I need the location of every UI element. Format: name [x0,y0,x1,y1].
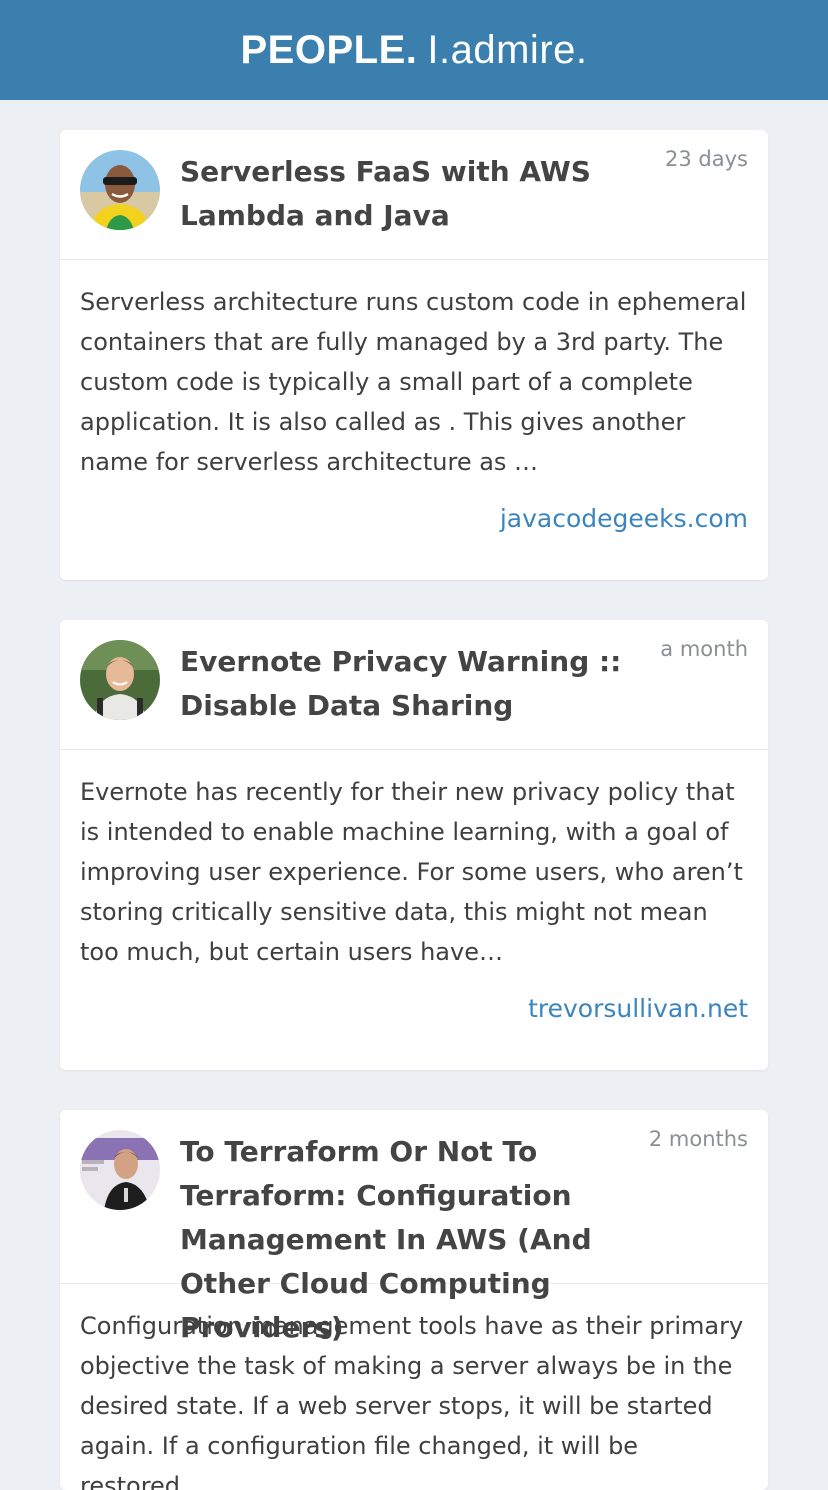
card-header: Evernote Privacy Warning :: Disable Data… [60,620,768,750]
card-body: Configuration management tools have as t… [60,1284,768,1490]
author-avatar[interactable] [80,150,160,230]
author-avatar[interactable] [80,1130,160,1210]
avatar-image [80,1130,160,1210]
article-card[interactable]: Serverless FaaS with AWS Lambda and Java… [60,130,768,580]
author-avatar[interactable] [80,640,160,720]
article-time: 23 days [665,147,748,171]
card-header: To Terraform Or Not To Terraform: Config… [60,1110,768,1344]
card-body: Serverless architecture runs custom code… [60,260,768,580]
avatar-image [80,150,160,230]
article-excerpt: Serverless architecture runs custom code… [80,288,747,476]
article-card[interactable]: To Terraform Or Not To Terraform: Config… [60,1110,768,1490]
app-header: PEOPLE. I.admire. [0,0,828,100]
brand-strong: PEOPLE. [240,27,418,72]
article-excerpt: Configuration management tools have as t… [80,1312,744,1490]
article-card[interactable]: Evernote Privacy Warning :: Disable Data… [60,620,768,1070]
article-source-link[interactable]: trevorsullivan.net [528,994,748,1023]
article-time: 2 months [648,1127,748,1151]
card-header: Serverless FaaS with AWS Lambda and Java… [60,130,768,260]
brand-logo[interactable]: PEOPLE. I.admire. [241,28,588,73]
brand-light: I.admire. [427,27,588,72]
article-source-link[interactable]: javacodegeeks.com [500,504,748,533]
card-body: Evernote has recently for their new priv… [60,750,768,1070]
avatar-image [80,640,160,720]
article-excerpt: Evernote has recently for their new priv… [80,778,743,966]
article-title[interactable]: Evernote Privacy Warning :: Disable Data… [180,640,670,728]
article-title[interactable]: Serverless FaaS with AWS Lambda and Java [180,150,670,238]
article-time: a month [660,637,748,661]
